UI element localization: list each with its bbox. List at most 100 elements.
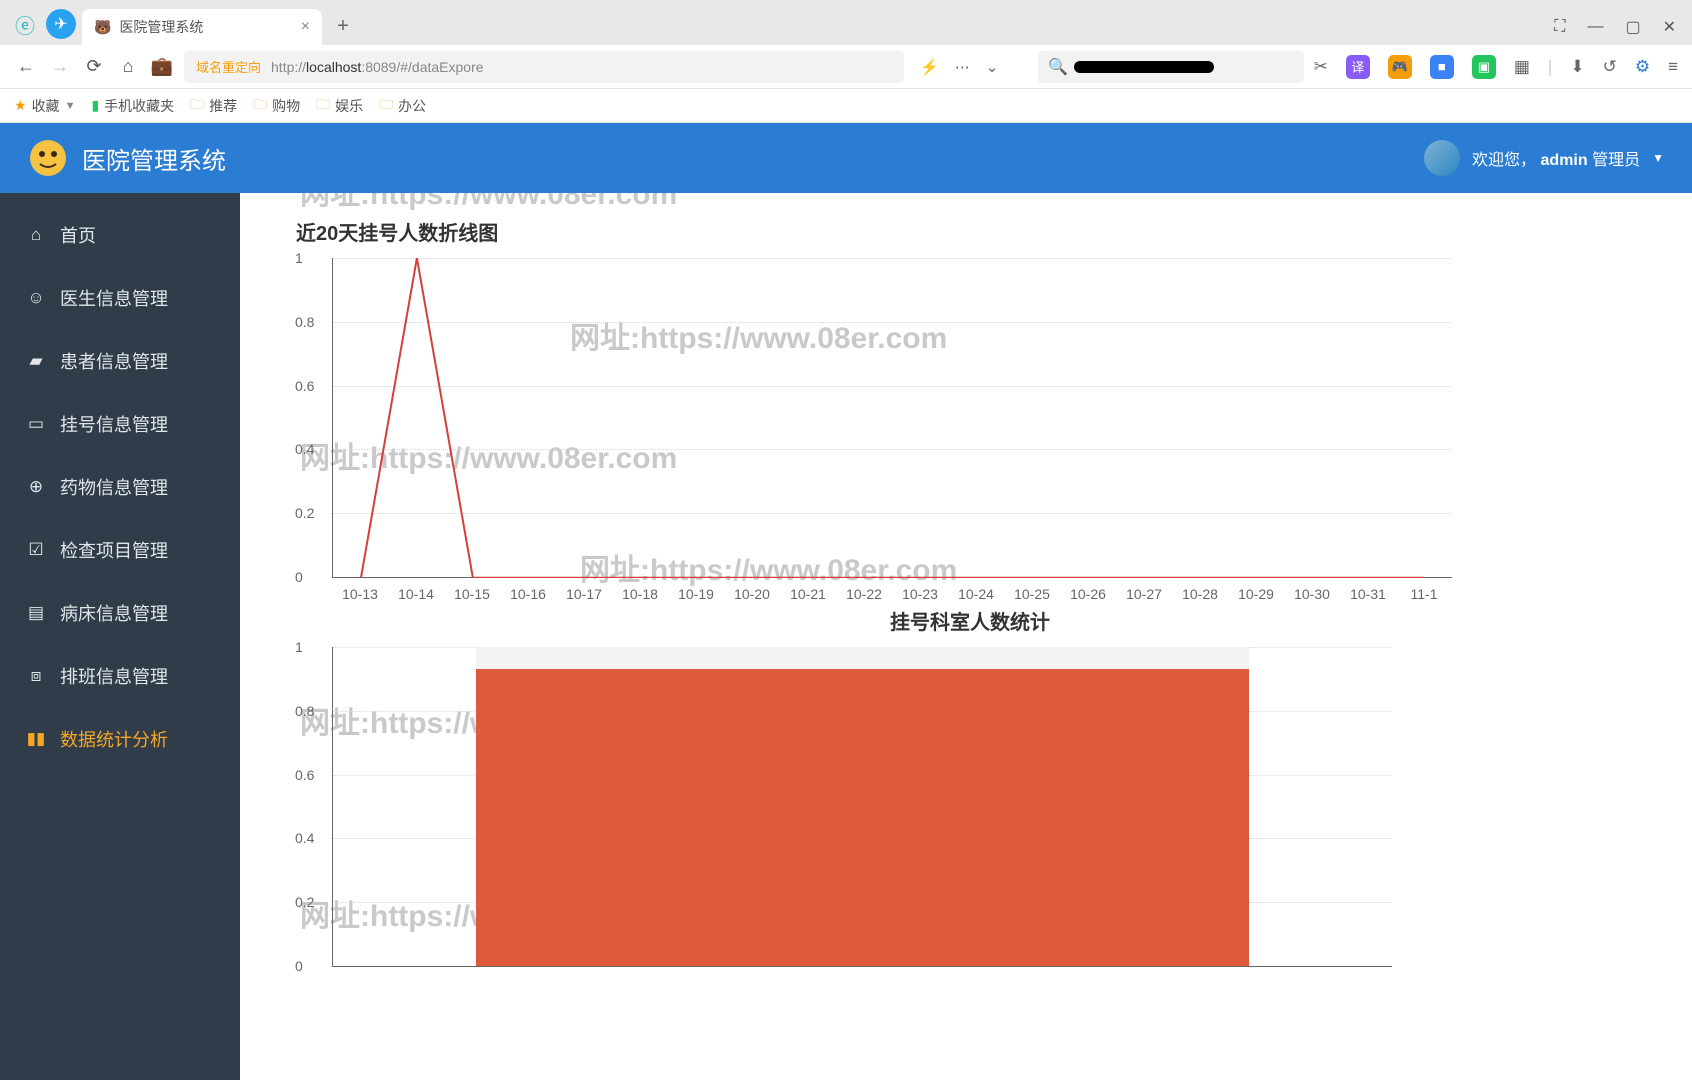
window-scan-icon[interactable]: ⛶	[1554, 18, 1565, 36]
app-logo-icon	[28, 138, 68, 178]
history-icon[interactable]: ↺	[1603, 57, 1617, 77]
chart1-xtick: 10-29	[1228, 586, 1284, 602]
chart1-xtick: 10-16	[500, 586, 556, 602]
telegram-icon[interactable]: ✈	[46, 9, 76, 39]
url-display: http://localhost:8089/#/dataExpore	[271, 59, 484, 75]
menu-icon[interactable]: ≡	[1668, 57, 1678, 77]
new-tab-button[interactable]: +	[328, 11, 358, 41]
chart1-xtick: 10-18	[612, 586, 668, 602]
chart1-ytick: 0.8	[295, 314, 314, 330]
chart2-ytick: 0.8	[295, 703, 314, 719]
chart2-ytick: 0	[295, 958, 303, 974]
bookmark-shopping[interactable]: 🗀购物	[253, 94, 300, 118]
address-bar[interactable]: 域名重定向 http://localhost:8089/#/dataExpore	[184, 51, 904, 83]
more-icon[interactable]: ⋯	[955, 58, 970, 76]
browser-search-input[interactable]: 🔍	[1038, 51, 1303, 83]
translate-icon[interactable]: 译	[1346, 55, 1370, 79]
settings-icon[interactable]: ⚙	[1635, 57, 1650, 77]
chart1-xaxis: 10-1310-1410-1510-1610-1710-1810-1910-20…	[332, 586, 1452, 602]
browser-tab-active[interactable]: 🐻 医院管理系统 ×	[82, 9, 322, 45]
sidebar-item-schedule[interactable]: ⧈排班信息管理	[0, 644, 240, 707]
app-header: 医院管理系统 欢迎您， admin 管理员 ▼	[0, 123, 1692, 193]
flash-icon[interactable]: ⚡	[920, 58, 939, 76]
sidebar-item-statistics[interactable]: ▮▮数据统计分析	[0, 707, 240, 770]
content-area: 网址:https://www.08er.com 网址:https://www.0…	[240, 193, 1692, 1080]
game-icon[interactable]: 🎮	[1388, 55, 1412, 79]
user-circle-icon: ☺	[26, 288, 46, 308]
bookmark-office[interactable]: 🗀办公	[379, 94, 426, 118]
chart1-xtick: 10-30	[1284, 586, 1340, 602]
home-icon: ⌂	[26, 225, 46, 245]
close-tab-icon[interactable]: ×	[301, 18, 310, 36]
chart1-xtick: 10-31	[1340, 586, 1396, 602]
sidebar-item-home[interactable]: ⌂首页	[0, 203, 240, 266]
sidebar-item-bed[interactable]: ▤病床信息管理	[0, 581, 240, 644]
app-title: 医院管理系统	[82, 141, 226, 176]
chart2-ytick: 0.2	[295, 894, 314, 910]
briefcase-icon[interactable]: 💼	[150, 56, 174, 77]
bar-chart-icon: ▮▮	[26, 729, 46, 749]
window-minimize-icon[interactable]: —	[1587, 18, 1603, 36]
sidebar-item-register[interactable]: ▭挂号信息管理	[0, 392, 240, 455]
sidebar-item-doctor[interactable]: ☺医生信息管理	[0, 266, 240, 329]
window-close-icon[interactable]: ✕	[1663, 17, 1676, 37]
chart1-xtick: 10-14	[388, 586, 444, 602]
chart1-xtick: 10-22	[836, 586, 892, 602]
chart1-line	[333, 258, 1452, 578]
chart1-xtick: 10-13	[332, 586, 388, 602]
bookmark-recommend[interactable]: 🗀推荐	[190, 94, 237, 118]
chart1-xtick: 10-27	[1116, 586, 1172, 602]
user-menu[interactable]: 欢迎您， admin 管理员 ▼	[1424, 140, 1664, 176]
ticket-icon: ▭	[26, 414, 46, 434]
chart1-ytick: 0	[295, 569, 303, 585]
chart2-ytick: 0.6	[295, 767, 314, 783]
search-query-redacted	[1074, 61, 1214, 73]
chart1-xtick: 10-28	[1172, 586, 1228, 602]
cut-icon[interactable]: ✂	[1314, 57, 1328, 77]
sidebar-item-medicine[interactable]: ⊕药物信息管理	[0, 455, 240, 518]
sidebar: ⌂首页 ☺医生信息管理 ▰患者信息管理 ▭挂号信息管理 ⊕药物信息管理 ☑检查项…	[0, 193, 240, 1080]
chart1-ytick: 1	[295, 250, 303, 266]
nav-home-button[interactable]: ⌂	[116, 56, 140, 77]
bed-icon: ▤	[26, 603, 46, 623]
window-maximize-icon[interactable]: ▢	[1625, 17, 1640, 37]
chart1-xtick: 10-25	[1004, 586, 1060, 602]
nav-forward-button[interactable]: →	[48, 56, 72, 77]
chart2-title: 挂号科室人数统计	[296, 606, 1644, 635]
chart1-xtick: 10-24	[948, 586, 1004, 602]
grid-apps-icon[interactable]: ▦	[1514, 57, 1530, 77]
calendar-icon: ⧈	[26, 666, 46, 686]
browser-logo-icon: ⓔ	[10, 9, 40, 39]
redirect-label: 域名重定向	[196, 57, 261, 76]
tab-title: 医院管理系统	[119, 17, 203, 37]
plus-square-icon: ⊕	[26, 477, 46, 497]
search-icon: 🔍	[1048, 57, 1068, 77]
sidebar-item-patient[interactable]: ▰患者信息管理	[0, 329, 240, 392]
chart1-xtick: 10-21	[780, 586, 836, 602]
nav-reload-button[interactable]: ⟳	[82, 56, 106, 77]
chevron-down-icon[interactable]: ⌄	[986, 58, 999, 76]
chart2-bars	[333, 647, 1392, 966]
chart2-ytick: 0.4	[295, 830, 314, 846]
check-square-icon: ☑	[26, 540, 46, 560]
app1-icon[interactable]: ■	[1430, 55, 1454, 79]
bookmark-mobile[interactable]: ▮手机收藏夹	[91, 96, 174, 116]
chart1-xtick: 10-20	[724, 586, 780, 602]
chart1-xtick: 10-15	[444, 586, 500, 602]
chart1-xtick: 10-19	[668, 586, 724, 602]
nav-back-button[interactable]: ←	[14, 56, 38, 77]
bookmark-fav[interactable]: ★收藏 ▼	[14, 96, 75, 116]
app2-icon[interactable]: ▣	[1472, 55, 1496, 79]
download-icon[interactable]: ⬇	[1570, 57, 1584, 77]
chart1-ytick: 0.2	[295, 505, 314, 521]
chart1-xtick: 11-1	[1396, 586, 1452, 602]
welcome-text: 欢迎您，	[1472, 152, 1536, 169]
sidebar-item-check[interactable]: ☑检查项目管理	[0, 518, 240, 581]
user-role: 管理员	[1592, 152, 1640, 169]
user-icon: ▰	[26, 351, 46, 371]
chart1-xtick: 10-26	[1060, 586, 1116, 602]
chevron-down-icon: ▼	[1652, 151, 1664, 165]
bookmark-entertainment[interactable]: 🗀娱乐	[316, 94, 363, 118]
bookmarks-bar: ★收藏 ▼ ▮手机收藏夹 🗀推荐 🗀购物 🗀娱乐 🗀办公	[0, 89, 1692, 123]
watermark: 网址:https://www.08er.com	[300, 193, 677, 213]
